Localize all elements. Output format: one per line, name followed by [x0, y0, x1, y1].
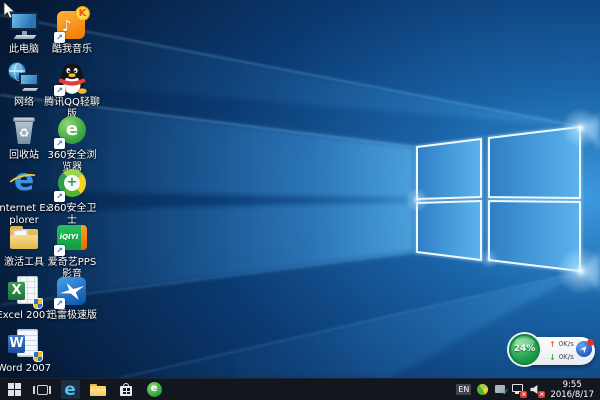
- recycle-glyph: ♻: [19, 126, 30, 140]
- tray-360-guard-icon[interactable]: [476, 383, 489, 396]
- upload-speed: 0K/s: [559, 338, 574, 351]
- shortcut-arrow-icon: ↗: [54, 32, 65, 43]
- xunlei-bird-icon: ↗: [55, 274, 89, 308]
- 360-accelerator-ball[interactable]: 24% ↑ 0K/s ↓ 0K/s: [509, 334, 595, 368]
- shortcut-arrow-icon: ↗: [54, 138, 65, 149]
- edge-taskbar-button[interactable]: e: [56, 379, 84, 400]
- desktop-icon-xunlei[interactable]: ↗ 迅雷极速版: [43, 274, 101, 322]
- iqiyi-pps-icon: iQIYI ↗: [55, 221, 89, 255]
- clock-date: 2016/8/17: [550, 390, 594, 400]
- icon-label: 迅雷极速版: [43, 310, 101, 322]
- start-button[interactable]: [0, 379, 28, 400]
- download-speed: 0K/s: [559, 351, 574, 364]
- folder-icon: [90, 384, 106, 396]
- desktop-icon-iqiyi-pps[interactable]: iQIYI ↗ 爱奇艺PPS影音: [43, 221, 101, 281]
- task-view-icon: [33, 386, 35, 394]
- edge-icon: e: [61, 380, 80, 399]
- icon-label: 酷我音乐: [43, 44, 101, 56]
- store-bag-icon: [119, 383, 133, 396]
- upload-arrow-icon: ↑: [549, 338, 556, 351]
- task-view-button[interactable]: [28, 379, 56, 400]
- tray-network-disconnected-icon[interactable]: ×: [512, 383, 525, 396]
- 360-browser-icon: e: [147, 382, 162, 397]
- taskbar: e e EN ✓ × × 9:55: [0, 378, 600, 400]
- notification-dot: [587, 339, 594, 346]
- word-icon: W: [7, 327, 41, 361]
- memory-percent-ball[interactable]: 24%: [509, 334, 540, 365]
- shortcut-arrow-icon: ↗: [54, 245, 65, 256]
- windows-logo-icon: [8, 383, 21, 396]
- tray-volume-muted-icon[interactable]: ×: [530, 383, 543, 396]
- shortcut-arrow-icon: ↗: [54, 298, 65, 309]
- windows-desktop: 此电脑 网络 ♻ 回收站 e Internet Explorer 激活工具 X …: [0, 0, 600, 400]
- mouse-cursor: [3, 2, 16, 19]
- clock-time: 9:55: [550, 380, 594, 390]
- system-tray: EN ✓ × × 9:55 2016/8/17: [456, 379, 600, 400]
- desktop-icon-360-guard[interactable]: + ↗ 360安全卫士: [43, 167, 101, 227]
- folder-icon: [7, 221, 41, 255]
- network-icon: [7, 61, 41, 95]
- shortcut-arrow-icon: ↗: [54, 85, 65, 96]
- taskbar-clock[interactable]: 9:55 2016/8/17: [548, 380, 596, 400]
- 360-browser-taskbar-button[interactable]: e: [140, 379, 168, 400]
- download-arrow-icon: ↓: [549, 351, 556, 364]
- internet-explorer-icon: e: [7, 167, 41, 201]
- shield-badge: [33, 298, 43, 309]
- desktop-icon-kuwo-music[interactable]: ♪ K ↗ 酷我音乐: [43, 8, 101, 56]
- kuwo-music-icon: ♪ K ↗: [55, 8, 89, 42]
- icon-label: Word 2007: [0, 363, 53, 375]
- ime-language-indicator[interactable]: EN: [456, 384, 471, 395]
- desktop-icon-word-2007[interactable]: W Word 2007: [0, 327, 53, 375]
- 360-guard-icon: + ↗: [55, 167, 89, 201]
- rocket-boost-icon[interactable]: [576, 341, 592, 357]
- 360-browser-icon: e ↗: [55, 114, 89, 148]
- tray-hardware-safe-remove-icon[interactable]: ✓: [494, 383, 507, 396]
- qq-penguin-icon: ↗: [55, 61, 89, 95]
- excel-icon: X: [7, 274, 41, 308]
- store-taskbar-button[interactable]: [112, 379, 140, 400]
- desktop-icon-qq[interactable]: ↗ 腾讯QQ轻聊版: [43, 61, 101, 121]
- recycle-bin-icon: ♻: [7, 114, 41, 148]
- desktop-icon-360-browser[interactable]: e ↗ 360安全浏览器: [43, 114, 101, 174]
- file-explorer-taskbar-button[interactable]: [84, 379, 112, 400]
- shield-badge: [33, 351, 43, 362]
- shortcut-arrow-icon: ↗: [54, 191, 65, 202]
